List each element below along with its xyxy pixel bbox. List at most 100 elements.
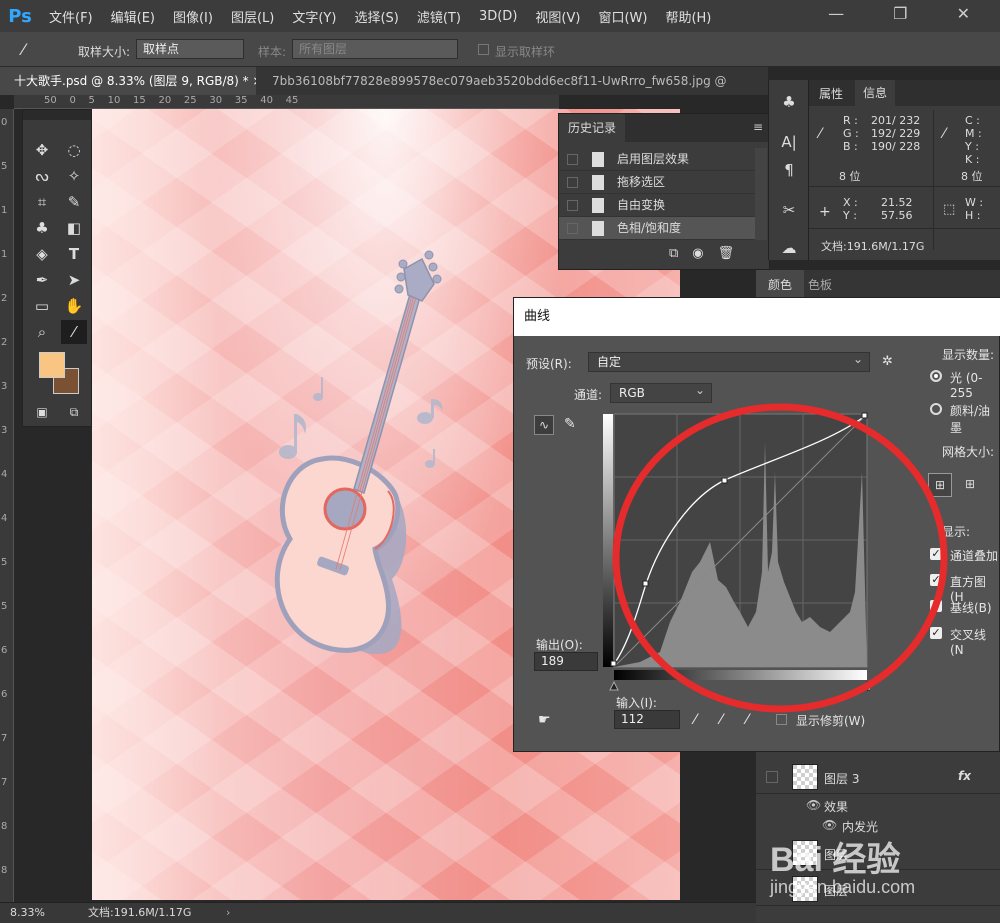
character-panel-icon[interactable]: A| — [777, 130, 801, 154]
right-dock-icons: ♣ A| ¶ ✂ ☁ — [768, 80, 808, 260]
history-footer-icons[interactable]: ⧉◉🗑 — [669, 246, 748, 261]
bucket-tool-icon[interactable]: ◈ — [29, 242, 55, 266]
history-row[interactable]: 启用图层效果 — [559, 148, 755, 171]
history-scrollbar[interactable] — [755, 148, 767, 240]
stamp-tool-icon[interactable]: ♣ — [29, 216, 55, 240]
light-radio[interactable] — [930, 370, 942, 382]
ruler-left-label: 5 — [1, 161, 8, 172]
foreground-color-swatch[interactable] — [39, 352, 65, 378]
gear-icon[interactable]: ✲ — [882, 354, 893, 369]
history-checkbox[interactable] — [567, 154, 578, 165]
pen-tool-icon[interactable]: ✒ — [29, 268, 55, 292]
sample-size-label: 取样大小: — [78, 45, 131, 59]
preset-dropdown[interactable]: 自定 — [588, 350, 870, 372]
info-bit-depth-2: 8 位 — [961, 170, 983, 183]
ruler-left-label: 8 — [1, 865, 8, 876]
menu-image[interactable]: 图像(I) — [164, 7, 222, 26]
menu-window[interactable]: 窗口(W) — [589, 7, 656, 26]
zoom-level[interactable]: 8.33% — [10, 903, 45, 923]
history-row[interactable]: 拖移选区 — [559, 171, 755, 194]
history-tab[interactable]: 历史记录 — [559, 114, 625, 142]
info-x-label: X : — [843, 196, 858, 209]
brush-tool-icon[interactable]: ✎ — [61, 190, 87, 214]
quick-mask-icon[interactable]: ▣ — [29, 400, 55, 424]
menu-edit[interactable]: 编辑(E) — [102, 7, 164, 26]
info-g-label: G : — [843, 127, 859, 140]
menu-select[interactable]: 选择(S) — [345, 7, 407, 26]
dialog-title: 曲线 — [514, 298, 1000, 336]
crop-tool-icon[interactable]: ⌗ — [29, 190, 55, 214]
info-g-value: 192/ 229 — [871, 127, 921, 140]
menu-file[interactable]: 文件(F) — [40, 7, 102, 26]
ruler-left-label: 1 — [1, 249, 8, 260]
crosshair-icon: + — [819, 204, 831, 220]
screen-mode-icon[interactable]: ⧉ — [61, 400, 87, 424]
tools-panel-header[interactable] — [23, 110, 91, 120]
tab-swatches[interactable]: 色板 — [808, 270, 832, 300]
eye-icon[interactable]: 👁 — [822, 818, 837, 832]
menu-layer[interactable]: 图层(L) — [222, 7, 283, 26]
stamp-panel-icon[interactable]: ♣ — [777, 90, 801, 114]
shape-tool-icon[interactable]: ▭ — [29, 294, 55, 318]
layer-row[interactable]: 图层 3 fx — [756, 760, 1000, 794]
menu-view[interactable]: 视图(V) — [526, 7, 589, 26]
info-r-value: 201/ 232 — [871, 114, 921, 127]
info-panel: 属性 信息 ⁄ R : G : B : 201/ 232 192/ 229 19… — [808, 80, 1000, 260]
chevron-right-icon[interactable]: › — [226, 903, 230, 923]
history-row-label: 自由变换 — [617, 198, 666, 212]
layer-visibility-box[interactable] — [766, 771, 778, 783]
sample-dropdown[interactable]: 所有图层 — [292, 39, 458, 59]
info-h-label: H : — [965, 209, 981, 222]
window-controls[interactable]: — ❐ ✕ — [828, 4, 992, 23]
menu-filter[interactable]: 滤镜(T) — [408, 7, 470, 26]
hand-tool-icon[interactable]: ✋ — [61, 294, 87, 318]
ruler-left-label: 4 — [1, 513, 8, 524]
tool-presets-icon[interactable]: ✂ — [777, 198, 801, 222]
tab-properties[interactable]: 属性 — [819, 85, 843, 102]
document-icon — [592, 152, 604, 167]
path-select-tool-icon[interactable]: ➤ — [61, 268, 87, 292]
sample-size-dropdown[interactable]: 取样点 — [136, 39, 244, 59]
menu-type[interactable]: 文字(Y) — [283, 7, 345, 26]
history-row-label: 拖移选区 — [617, 175, 666, 189]
paragraph-panel-icon[interactable]: ¶ — [777, 158, 801, 182]
tab-info[interactable]: 信息 — [855, 80, 896, 106]
show-ring-checkbox[interactable] — [478, 44, 489, 55]
history-row[interactable]: 自由变换 — [559, 194, 755, 217]
history-checkbox[interactable] — [567, 177, 578, 188]
tab-active-document[interactable]: 十大歌手.psd @ 8.33% (图层 9, RGB/8) * × — [0, 67, 256, 95]
lasso-tool-icon[interactable]: ᔓ — [29, 164, 55, 188]
eye-icon[interactable]: 👁 — [806, 798, 821, 812]
red-highlight-circle — [612, 403, 948, 713]
marquee-tool-icon[interactable]: ◌ — [61, 138, 87, 162]
sample-label: 样本: — [258, 45, 287, 59]
layer-name: 图层 3 — [824, 772, 860, 786]
magic-wand-tool-icon[interactable]: ✧ — [61, 164, 87, 188]
history-checkbox[interactable] — [567, 200, 578, 211]
eyedropper-tool-icon[interactable]: ⁄ — [61, 320, 87, 344]
menu-3d[interactable]: 3D(D) — [470, 9, 526, 24]
preset-label: 预设(R): — [526, 357, 572, 371]
history-row-selected[interactable]: 色相/饱和度 — [559, 217, 755, 240]
curve-edit-icon[interactable]: ∿ — [534, 415, 554, 435]
panel-menu-icon[interactable]: ≡ — [753, 120, 763, 134]
output-field[interactable]: 189 — [534, 652, 598, 671]
pencil-icon[interactable]: ✎ — [564, 416, 576, 432]
type-tool-icon[interactable]: T — [61, 242, 87, 266]
tab-color[interactable]: 颜色 — [756, 270, 804, 300]
libraries-icon[interactable]: ☁ — [777, 236, 801, 260]
ruler-left-label: 2 — [1, 293, 8, 304]
tools-panel: ✥ ◌ ᔓ ✧ ⌗ ✎ ♣ ◧ ◈ T ✒ ➤ ▭ ✋ ⌕ ⁄ ▣ ⧉ — [22, 109, 92, 427]
info-divider — [809, 228, 1000, 229]
history-checkbox[interactable] — [567, 223, 578, 234]
target-adjust-icon[interactable]: ☛ — [538, 712, 551, 728]
eraser-tool-icon[interactable]: ◧ — [61, 216, 87, 240]
tab-second-document[interactable]: 7bb36108bf77828e899578ec079aeb3520bdd6ec… — [258, 67, 728, 95]
layer-thumbnail — [792, 764, 818, 790]
move-tool-icon[interactable]: ✥ — [29, 138, 55, 162]
info-bit-depth: 8 位 — [839, 170, 861, 183]
menu-help[interactable]: 帮助(H) — [656, 7, 720, 26]
zoom-tool-icon[interactable]: ⌕ — [29, 320, 55, 344]
selection-size-icon: ⬚ — [943, 202, 956, 217]
eyedropper-icon[interactable]: ⁄ — [22, 40, 25, 59]
